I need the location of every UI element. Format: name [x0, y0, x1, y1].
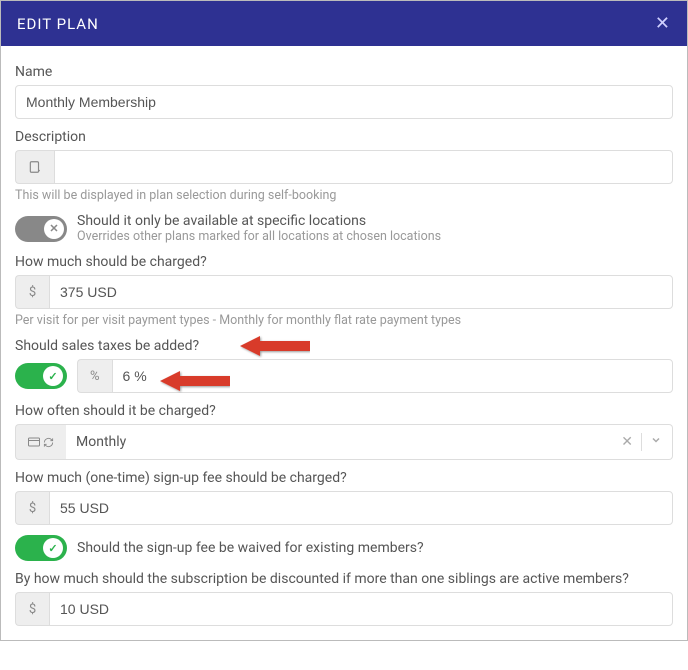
close-icon[interactable]: ✕ — [655, 13, 671, 34]
locations-toggle-texts: Should it only be available at specific … — [77, 213, 441, 244]
signup-fee-label: How much (one-time) sign-up fee should b… — [15, 470, 673, 486]
toggle-knob-off: ✕ — [44, 219, 64, 239]
sibling-discount-input[interactable] — [49, 592, 673, 626]
clear-icon[interactable]: ✕ — [621, 434, 633, 450]
tax-label: Should sales taxes be added? — [15, 338, 673, 354]
charge-help: Per visit for per visit payment types - … — [15, 313, 673, 328]
locations-toggle-row: ✕ Should it only be available at specifi… — [15, 213, 673, 244]
edit-plan-modal: EDIT PLAN ✕ Name Description This will b… — [0, 0, 688, 641]
description-addon[interactable] — [15, 150, 54, 184]
charge-addon: $ — [15, 275, 49, 309]
frequency-label: How often should it be charged? — [15, 403, 673, 419]
tax-addon: % — [77, 359, 112, 393]
waive-toggle-title: Should the sign-up fee be waived for exi… — [77, 540, 424, 556]
name-input[interactable] — [15, 85, 673, 119]
charge-label: How much should be charged? — [15, 254, 673, 270]
tax-group: Should sales taxes be added? ✓ % — [15, 338, 673, 393]
locations-toggle-sub: Overrides other plans marked for all loc… — [77, 229, 441, 244]
charge-group: How much should be charged? $ Per visit … — [15, 254, 673, 328]
name-group: Name — [15, 64, 673, 119]
frequency-select[interactable]: Monthly ✕ — [66, 424, 673, 460]
annotation-arrow-2 — [160, 369, 230, 393]
tax-toggle[interactable]: ✓ — [15, 363, 67, 389]
signup-fee-addon: $ — [15, 491, 49, 525]
frequency-value: Monthly — [76, 434, 621, 450]
select-separator — [641, 433, 642, 451]
description-group: Description This will be displayed in pl… — [15, 129, 673, 203]
refresh-icon — [43, 437, 54, 448]
signup-fee-group: How much (one-time) sign-up fee should b… — [15, 470, 673, 525]
toggle-knob-on-2: ✓ — [43, 538, 63, 558]
waive-toggle[interactable]: ✓ — [15, 535, 67, 561]
sibling-discount-addon: $ — [15, 592, 49, 626]
annotation-arrow-1 — [240, 334, 310, 358]
charge-input[interactable] — [49, 275, 673, 309]
document-icon — [28, 160, 42, 174]
sibling-discount-group: By how much should the subscription be d… — [15, 571, 673, 626]
waive-toggle-texts: Should the sign-up fee be waived for exi… — [77, 540, 424, 556]
signup-fee-input[interactable] — [49, 491, 673, 525]
modal-body: Name Description This will be displayed … — [1, 46, 687, 640]
description-input[interactable] — [54, 150, 673, 184]
sibling-discount-label: By how much should the subscription be d… — [15, 571, 673, 587]
card-icon — [28, 437, 40, 447]
frequency-group: How often should it be charged? Monthly … — [15, 403, 673, 460]
locations-toggle[interactable]: ✕ — [15, 216, 67, 242]
modal-header: EDIT PLAN ✕ — [1, 1, 687, 46]
frequency-addon — [15, 424, 66, 460]
description-help: This will be displayed in plan selection… — [15, 188, 673, 203]
description-label: Description — [15, 129, 673, 145]
locations-toggle-title: Should it only be available at specific … — [77, 213, 441, 229]
waive-toggle-row: ✓ Should the sign-up fee be waived for e… — [15, 535, 673, 561]
modal-title: EDIT PLAN — [17, 15, 99, 33]
chevron-down-icon[interactable] — [650, 434, 662, 450]
toggle-knob-on: ✓ — [43, 366, 63, 386]
name-label: Name — [15, 64, 673, 80]
